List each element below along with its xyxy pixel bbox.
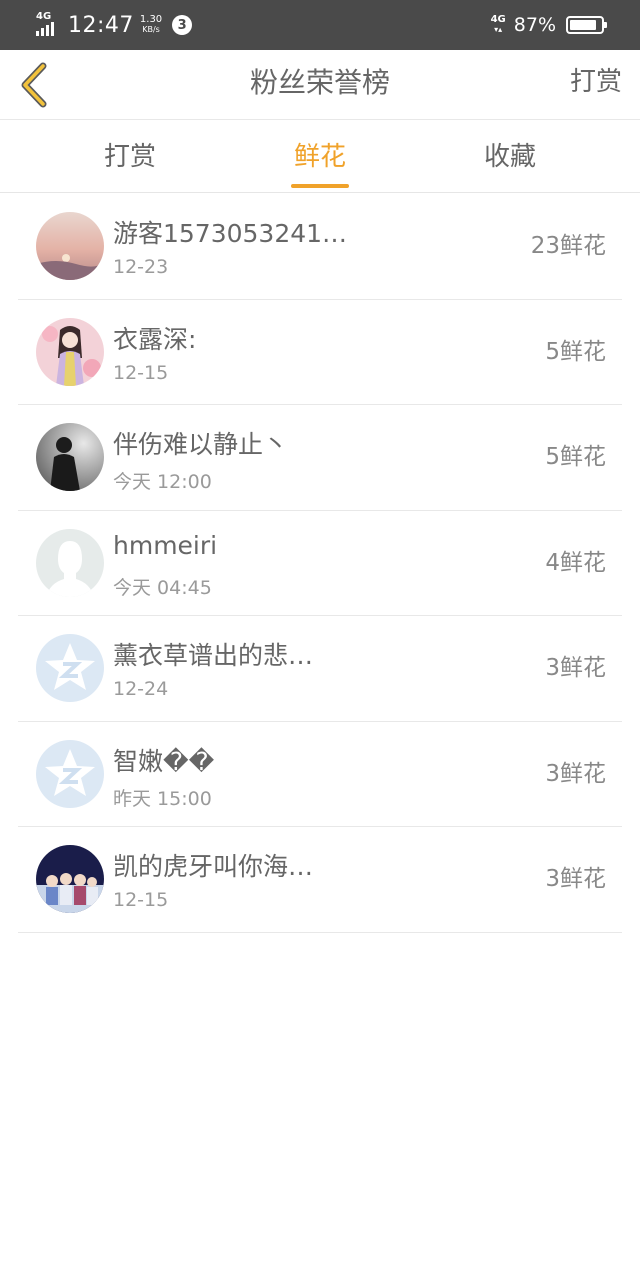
list-item[interactable]: 薰衣草谱出的悲… 12-24 3鲜花	[18, 616, 622, 722]
active-tab-indicator	[291, 184, 349, 188]
battery-icon	[566, 16, 607, 34]
flower-count: 5鲜花	[545, 338, 606, 365]
fan-date: 12-15	[113, 361, 169, 384]
fan-date: 今天 12:00	[113, 471, 212, 493]
flower-count: 23鲜花	[530, 233, 606, 259]
tab-reward[interactable]: 打赏	[90, 121, 170, 193]
fan-name: hmmeiri	[113, 530, 218, 560]
avatar	[36, 212, 104, 280]
fan-name: 衣露深:	[113, 324, 197, 354]
list-item[interactable]: 游客1573053241… 12-23 23鲜花	[18, 194, 622, 300]
tab-favorites[interactable]: 收藏	[470, 121, 550, 193]
reward-button[interactable]: 打赏	[570, 50, 622, 120]
fan-name: 凯的虎牙叫你海…	[113, 852, 314, 881]
list-item[interactable]: 伴伤难以静止丶 今天 12:00 5鲜花	[18, 405, 622, 511]
status-bar: 4G 12:47 1.30 KB/s 3 4G ▾▴ 87%	[0, 0, 640, 50]
network-speed: 1.30 KB/s	[139, 14, 163, 35]
flower-count: 4鲜花	[545, 549, 606, 576]
avatar	[36, 317, 104, 386]
battery-percent: 87%	[513, 14, 556, 36]
flower-count: 5鲜花	[545, 444, 606, 470]
flower-count: 3鲜花	[545, 866, 606, 892]
status-time: 12:47	[68, 12, 134, 38]
fan-date: 12-15	[113, 889, 169, 911]
page-title: 粉丝荣誉榜	[249, 66, 390, 99]
flower-count: 3鲜花	[545, 760, 606, 787]
fans-list: 游客1573053241… 12-23 23鲜花 衣露深: 12-15 5鲜花	[0, 194, 640, 933]
list-item[interactable]: 智嫩�� 昨天 15:00 3鲜花	[18, 722, 622, 827]
list-item[interactable]: 衣露深: 12-15 5鲜花	[18, 300, 622, 405]
qzone-star-icon	[36, 634, 104, 702]
fan-date: 今天 04:45	[113, 576, 212, 599]
header-bar: 粉丝荣誉榜 打赏	[0, 50, 640, 120]
qzone-star-icon	[36, 739, 104, 808]
avatar	[36, 845, 104, 913]
network-4g-icon: 4G ▾▴	[490, 14, 506, 35]
list-item[interactable]: hmmeiri 今天 04:45 4鲜花	[18, 511, 622, 616]
fan-date: 12-23	[113, 256, 169, 278]
fan-name: 薰衣草谱出的悲…	[113, 641, 314, 670]
notification-count-badge: 3	[172, 15, 193, 35]
avatar	[36, 423, 104, 491]
fan-date: 12-24	[113, 678, 169, 700]
list-item[interactable]: 凯的虎牙叫你海… 12-15 3鲜花	[18, 827, 622, 933]
signal-icon: 4G	[34, 12, 62, 38]
flower-count: 3鲜花	[545, 655, 606, 681]
default-person-icon	[36, 528, 104, 597]
fan-name: 智嫩��	[113, 746, 215, 776]
fan-date: 昨天 15:00	[113, 787, 212, 810]
fan-name: 游客1573053241…	[113, 219, 348, 248]
tab-flowers[interactable]: 鲜花	[280, 121, 360, 193]
fan-name: 伴伤难以静止丶	[113, 430, 289, 459]
tab-bar: 打赏 鲜花 收藏	[0, 121, 640, 193]
